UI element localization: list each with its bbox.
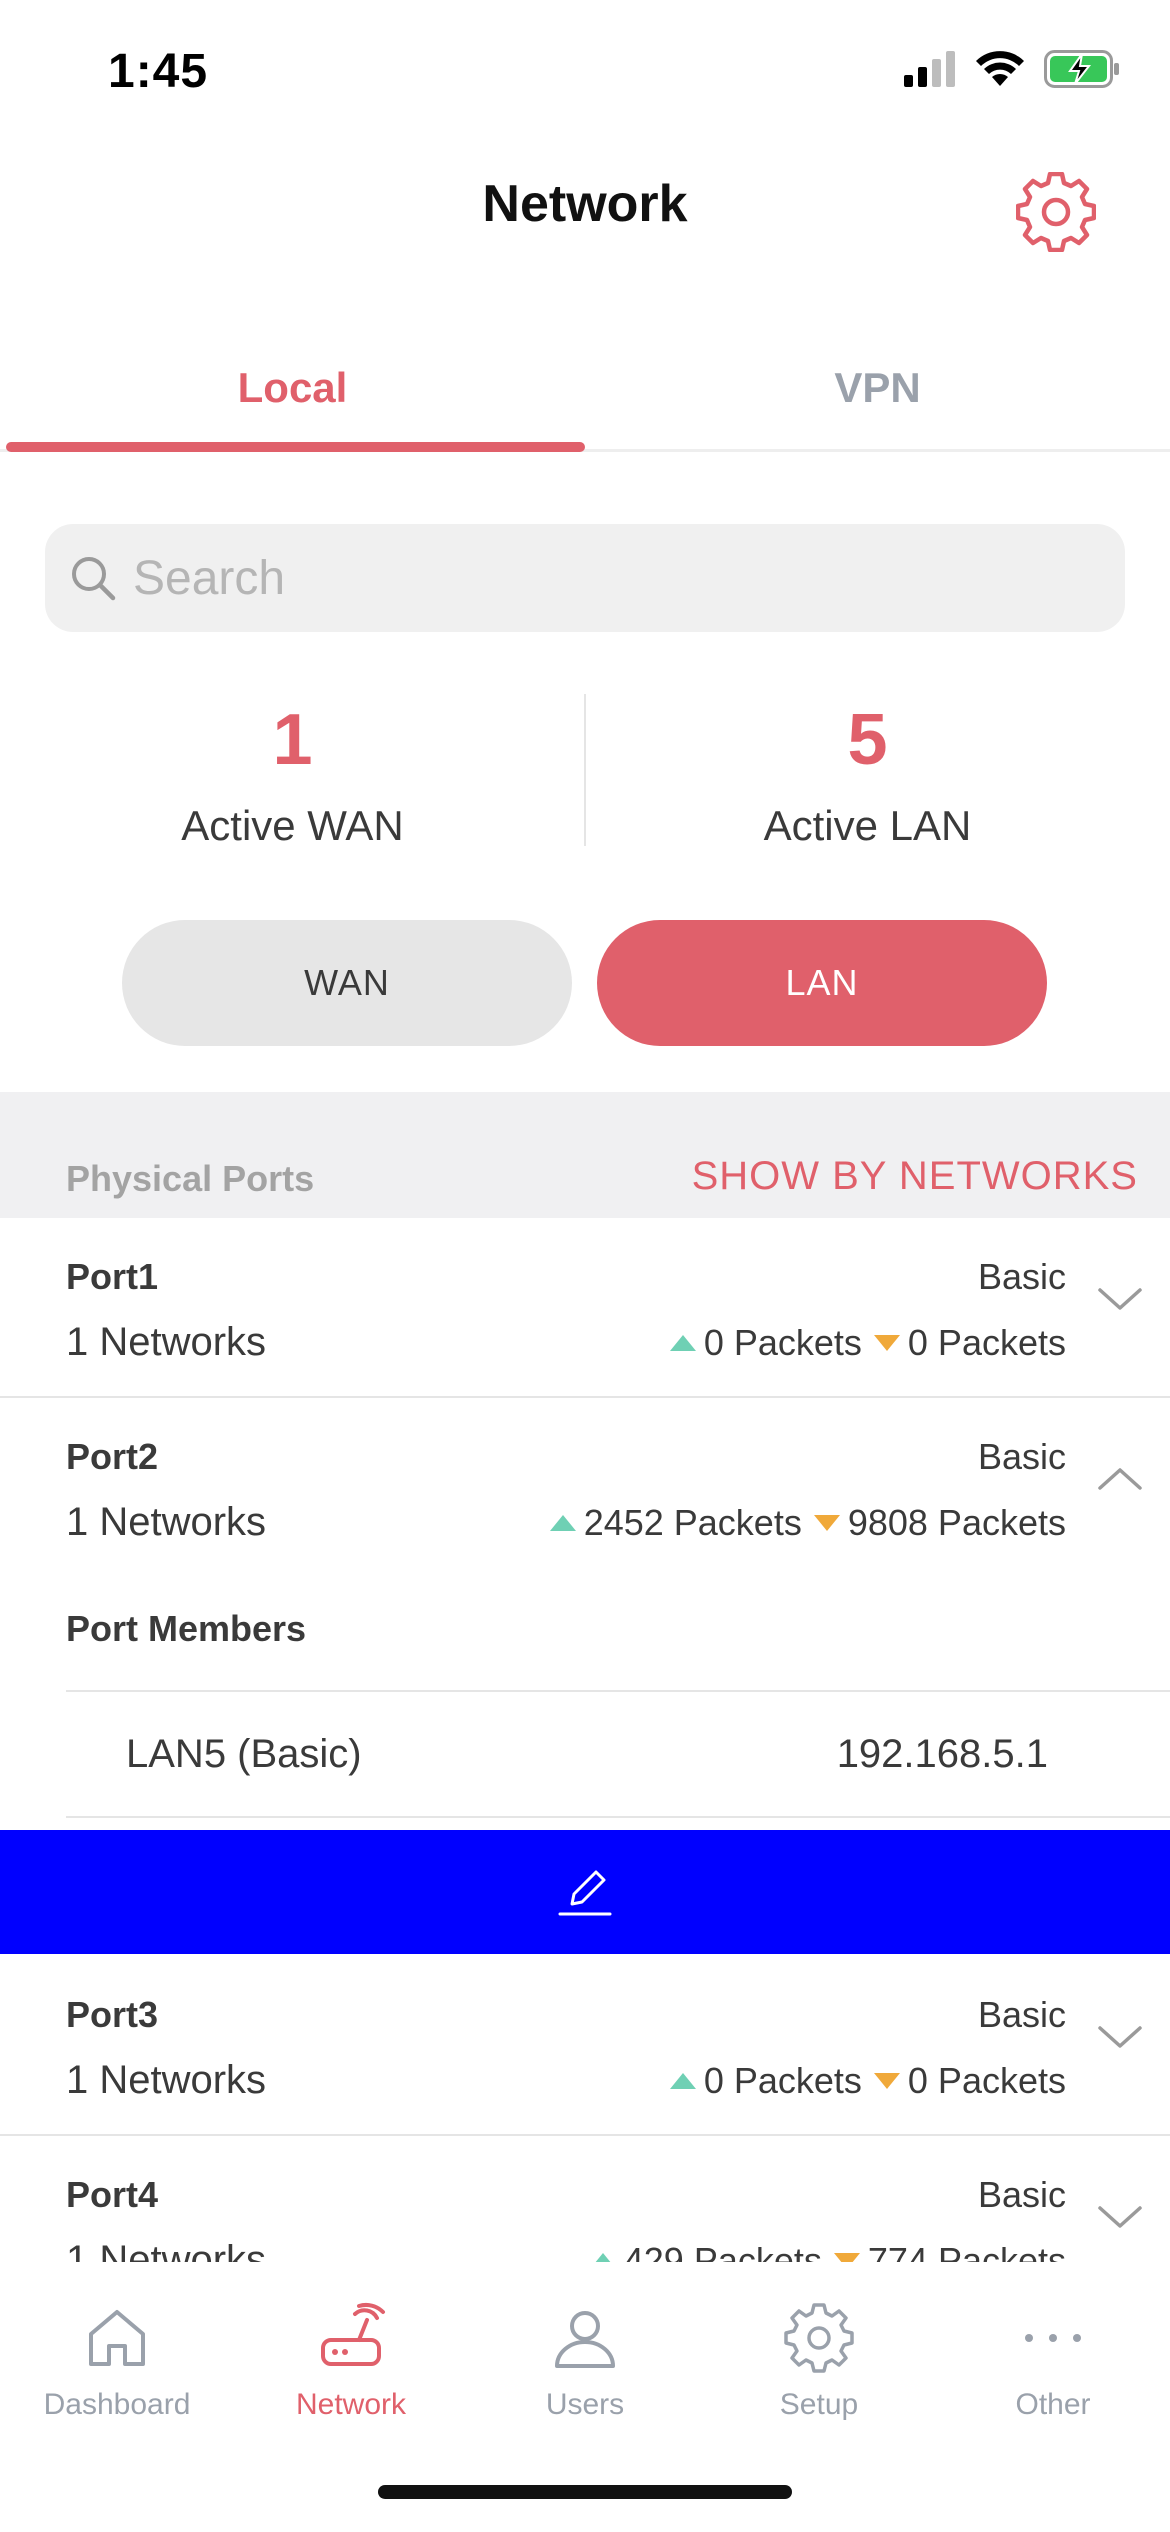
nav-label: Other (1015, 2388, 1091, 2421)
battery-charging-icon (1044, 50, 1119, 88)
page-title: Network (482, 175, 688, 233)
download-arrow-icon (813, 1515, 840, 1531)
more-icon (1025, 2334, 1081, 2342)
cellular-signal-icon (904, 51, 955, 87)
port-row[interactable]: Port2 1 Networks Basic 2452 Packets 9808… (0, 1398, 1170, 1578)
port-type: Basic (977, 2174, 1066, 2215)
upload-packets: 0 Packets (703, 2060, 862, 2101)
status-icons (904, 50, 1120, 88)
wifi-icon (976, 51, 1024, 86)
lan-filter-button[interactable]: LAN (597, 920, 1047, 1046)
active-tab-indicator (6, 442, 585, 452)
port-type: Basic (977, 1256, 1066, 1297)
section-title: Physical Ports (66, 1158, 315, 1199)
active-wan-count: 1 (272, 700, 313, 780)
tab-local[interactable]: Local (0, 330, 585, 449)
download-arrow-icon (873, 2073, 900, 2089)
port-name: Port1 (66, 1256, 159, 1297)
nav-header: Network (0, 150, 1170, 270)
nav-label: Setup (779, 2388, 859, 2421)
port-row[interactable]: Port3 1 Networks Basic 0 Packets 0 Packe… (0, 1956, 1170, 2136)
member-name: LAN5 (Basic) (126, 1732, 362, 1776)
tab-vpn[interactable]: VPN (585, 330, 1170, 449)
status-time: 1:45 (108, 45, 209, 98)
nav-label: Network (295, 2388, 407, 2421)
active-lan-label: Active LAN (763, 802, 972, 849)
port-name: Port3 (66, 1994, 159, 2035)
port-name: Port4 (66, 2174, 159, 2215)
active-wan-stat: 1 Active WAN (0, 690, 585, 850)
port-traffic: 0 Packets 0 Packets (669, 2060, 1066, 2102)
chevron-down-icon[interactable] (1096, 2022, 1144, 2052)
port-name: Port2 (66, 1436, 159, 1477)
port-members-title: Port Members (66, 1608, 307, 1649)
router-icon (321, 2302, 385, 2366)
upload-packets: 2452 Packets (583, 1502, 802, 1543)
port-row[interactable]: Port1 1 Networks Basic 0 Packets 0 Packe… (0, 1218, 1170, 1398)
tab-bar: Local VPN (0, 330, 1170, 452)
edit-pencil-icon (558, 1870, 612, 1916)
chevron-down-icon[interactable] (1096, 1284, 1144, 1314)
download-packets: 0 Packets (907, 2060, 1066, 2101)
port-networks: 1 Networks (66, 2058, 267, 2102)
download-packets: 9808 Packets (847, 1502, 1066, 1543)
nav-other[interactable]: Other (936, 2302, 1170, 2452)
port-traffic: 2452 Packets 9808 Packets (549, 1502, 1066, 1544)
port-type: Basic (977, 1994, 1066, 2035)
download-arrow-icon (873, 1335, 900, 1351)
nav-network[interactable]: Network (234, 2302, 468, 2452)
member-ip: 192.168.5.1 (836, 1732, 1048, 1776)
home-icon (89, 2310, 145, 2366)
upload-arrow-icon (549, 1515, 576, 1531)
wan-filter-button[interactable]: WAN (122, 920, 572, 1046)
port-member-row[interactable]: LAN5 (Basic) 192.168.5.1 (66, 1692, 1170, 1818)
chevron-up-icon[interactable] (1096, 1464, 1144, 1494)
upload-arrow-icon (669, 2073, 696, 2089)
active-lan-count: 5 (847, 700, 888, 780)
nav-users[interactable]: Users (468, 2302, 702, 2452)
nav-dashboard[interactable]: Dashboard (0, 2302, 234, 2452)
user-icon (555, 2311, 615, 2368)
show-by-networks-link[interactable]: SHOW BY NETWORKS (692, 1154, 1138, 1199)
search-icon (72, 557, 116, 601)
edit-port-button[interactable] (0, 1830, 1170, 1954)
chevron-down-icon[interactable] (1096, 2202, 1144, 2232)
active-wan-label: Active WAN (181, 802, 404, 849)
home-indicator[interactable] (378, 2485, 792, 2499)
upload-arrow-icon (669, 1335, 696, 1351)
status-bar: 1:45 (0, 0, 1170, 150)
port-type: Basic (977, 1436, 1066, 1477)
upload-packets: 0 Packets (703, 1322, 862, 1363)
stats-summary: 1 Active WAN 5 Active LAN (0, 690, 1170, 850)
nav-label: Dashboard (43, 2388, 191, 2421)
port-networks: 1 Networks (66, 1500, 267, 1544)
active-lan-stat: 5 Active LAN (575, 690, 1160, 850)
settings-gear-icon[interactable] (1016, 172, 1096, 252)
search-input[interactable] (133, 542, 1093, 614)
nav-label: Users (545, 2388, 625, 2421)
download-packets: 0 Packets (907, 1322, 1066, 1363)
port-networks: 1 Networks (66, 1320, 267, 1364)
search-bar (45, 524, 1125, 632)
section-header: Physical Ports SHOW BY NETWORKS (0, 1092, 1170, 1218)
nav-setup[interactable]: Setup (702, 2302, 936, 2452)
gear-icon (784, 2303, 854, 2373)
port-traffic: 0 Packets 0 Packets (669, 1322, 1066, 1364)
port-members-header: Port Members (0, 1576, 1170, 1692)
